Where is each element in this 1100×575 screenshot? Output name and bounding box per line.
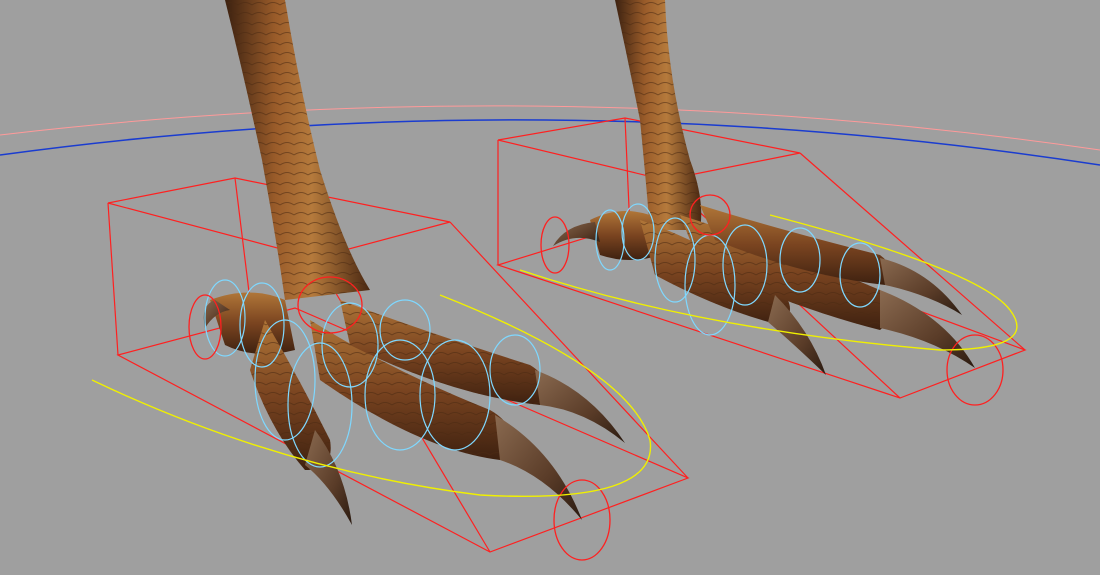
left-foot-rig[interactable] bbox=[91, 0, 690, 561]
right-foot-rig[interactable] bbox=[496, 0, 1027, 406]
left-foot-back-toe bbox=[210, 292, 295, 354]
grid-horizon-near bbox=[0, 119, 1100, 166]
maya-3d-viewport[interactable] bbox=[0, 0, 1100, 575]
left-claw-2 bbox=[495, 415, 582, 520]
right-claw-back bbox=[553, 222, 600, 246]
scene-canvas[interactable] bbox=[0, 0, 1100, 575]
left-claw-3 bbox=[535, 370, 625, 443]
right-claw-2 bbox=[880, 290, 975, 368]
